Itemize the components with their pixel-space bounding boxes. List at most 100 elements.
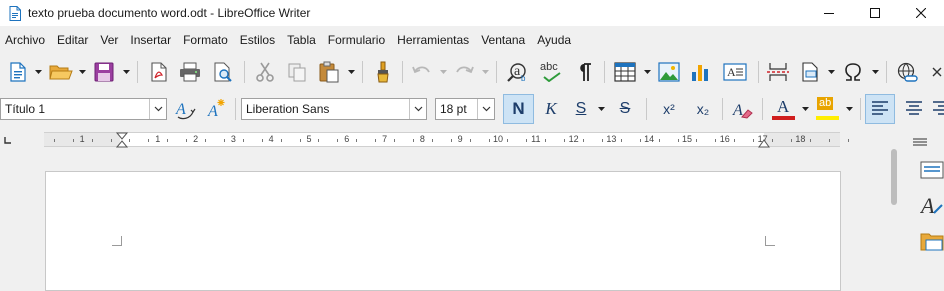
insert-special-character-button[interactable] bbox=[840, 58, 866, 86]
chevron-down-icon[interactable] bbox=[149, 99, 166, 119]
menu-editar[interactable]: Editar bbox=[51, 28, 94, 52]
sidebar-gallery-tab[interactable] bbox=[920, 231, 944, 254]
paintbrush-icon bbox=[377, 61, 389, 83]
strikethrough-button[interactable]: S bbox=[612, 95, 638, 123]
insert-chart-button[interactable] bbox=[688, 58, 714, 86]
highlight-color-button[interactable]: ab bbox=[813, 95, 841, 123]
menu-ventana[interactable]: Ventana bbox=[475, 28, 531, 52]
insert-text-box-button[interactable]: A bbox=[720, 58, 750, 86]
font-color-button[interactable]: A bbox=[769, 95, 797, 123]
formatting-marks-button[interactable] bbox=[572, 58, 598, 86]
print-button[interactable] bbox=[176, 58, 204, 86]
copy-button[interactable] bbox=[284, 58, 310, 86]
clear-formatting-button[interactable]: A bbox=[729, 95, 755, 123]
horizontal-ruler[interactable]: 1 1 2 3 4 5 6 7 8 9 10 11 12 13 14 15 16 17 18 bbox=[44, 132, 849, 147]
chevron-down-icon[interactable] bbox=[477, 99, 494, 119]
field-dropdown-arrow[interactable] bbox=[826, 58, 836, 86]
subscript-button[interactable]: x₂ bbox=[688, 95, 718, 123]
menu-insertar[interactable]: Insertar bbox=[124, 28, 177, 52]
save-dropdown-arrow[interactable] bbox=[121, 58, 131, 86]
right-indent-marker-icon[interactable] bbox=[758, 139, 770, 148]
menu-herramientas[interactable]: Herramientas bbox=[391, 28, 475, 52]
tab-stop-selector-icon[interactable] bbox=[4, 136, 12, 144]
insert-image-button[interactable] bbox=[656, 58, 682, 86]
font-color-dropdown-arrow[interactable] bbox=[800, 95, 810, 123]
toolbar-separator bbox=[722, 98, 723, 120]
open-dropdown-arrow[interactable] bbox=[77, 58, 87, 86]
italic-button[interactable]: K bbox=[538, 95, 564, 123]
export-pdf-button[interactable] bbox=[146, 58, 172, 86]
insert-hyperlink-button[interactable] bbox=[894, 58, 920, 86]
menu-formato[interactable]: Formato bbox=[177, 28, 234, 52]
font-size-combo[interactable]: 18 pt bbox=[435, 98, 495, 120]
scrollbar-thumb[interactable] bbox=[891, 149, 897, 205]
document-page[interactable] bbox=[45, 171, 841, 291]
highlight-color-swatch bbox=[816, 116, 839, 120]
menu-estilos[interactable]: Estilos bbox=[234, 28, 281, 52]
ruler-tick bbox=[772, 139, 774, 142]
gallery-folder-icon bbox=[920, 233, 944, 251]
align-right-button[interactable] bbox=[932, 95, 944, 123]
sidebar-properties-tab[interactable] bbox=[920, 161, 944, 182]
new-dropdown-arrow[interactable] bbox=[33, 58, 43, 86]
find-replace-button[interactable]: ab bbox=[504, 58, 534, 86]
svg-text:A: A bbox=[920, 193, 935, 217]
menu-ayuda[interactable]: Ayuda bbox=[531, 28, 577, 52]
highlight-dropdown-arrow[interactable] bbox=[844, 95, 854, 123]
menu-tabla[interactable]: Tabla bbox=[281, 28, 322, 52]
insert-page-break-button[interactable] bbox=[764, 58, 792, 86]
menu-formulario[interactable]: Formulario bbox=[322, 28, 391, 52]
maximize-button[interactable] bbox=[852, 0, 898, 26]
ruler-tick bbox=[753, 139, 755, 142]
toolbar-separator bbox=[496, 61, 497, 83]
open-button[interactable] bbox=[47, 58, 75, 86]
find-replace-icon: ab bbox=[507, 63, 526, 83]
paste-dropdown-arrow[interactable] bbox=[346, 58, 356, 86]
sidebar-menu-button[interactable] bbox=[912, 135, 928, 149]
table-dropdown-arrow[interactable] bbox=[642, 58, 652, 86]
align-left-button[interactable] bbox=[865, 94, 895, 124]
toolbar-separator bbox=[604, 61, 605, 83]
special-character-dropdown-arrow[interactable] bbox=[870, 58, 880, 86]
undo-dropdown-arrow[interactable] bbox=[438, 58, 448, 86]
new-document-button[interactable] bbox=[5, 58, 31, 86]
ruler-number: 14 bbox=[644, 134, 655, 144]
left-indent-marker-icon[interactable] bbox=[116, 132, 128, 148]
redo-button[interactable] bbox=[452, 58, 476, 86]
window-title: texto prueba documento word.odt - LibreO… bbox=[28, 6, 311, 20]
menu-bar: Archivo Editar Ver Insertar Formato Esti… bbox=[0, 28, 944, 52]
sidebar-styles-tab[interactable]: A bbox=[919, 193, 944, 220]
new-style-button[interactable]: A bbox=[203, 95, 229, 123]
clone-formatting-button[interactable] bbox=[370, 58, 396, 86]
new-document-icon bbox=[10, 62, 26, 82]
underline-button[interactable]: S bbox=[568, 95, 594, 123]
vertical-scrollbar[interactable] bbox=[889, 143, 899, 259]
ruler-tick bbox=[809, 139, 811, 142]
close-button[interactable] bbox=[898, 0, 944, 26]
font-color-label: A bbox=[777, 97, 790, 116]
update-style-button[interactable]: A bbox=[172, 95, 198, 123]
bar-chart-icon bbox=[692, 65, 708, 81]
menu-ver[interactable]: Ver bbox=[94, 28, 124, 52]
minimize-button[interactable] bbox=[806, 0, 852, 26]
font-name-combo[interactable]: Liberation Sans bbox=[241, 98, 427, 120]
print-preview-button[interactable] bbox=[210, 58, 236, 86]
paragraph-style-combo[interactable]: Título 1 bbox=[0, 98, 167, 120]
superscript-button[interactable]: x² bbox=[654, 95, 684, 123]
ruler-tick bbox=[205, 139, 207, 142]
toolbar-overflow-button[interactable] bbox=[930, 58, 944, 86]
insert-table-button[interactable] bbox=[612, 58, 638, 86]
undo-button[interactable] bbox=[410, 58, 434, 86]
bold-button[interactable]: N bbox=[503, 94, 534, 124]
chevron-down-icon[interactable] bbox=[409, 99, 426, 119]
save-button[interactable] bbox=[91, 58, 117, 86]
redo-dropdown-arrow[interactable] bbox=[480, 58, 490, 86]
paste-button[interactable] bbox=[316, 58, 342, 86]
insert-field-button[interactable] bbox=[798, 58, 824, 86]
cut-button[interactable] bbox=[252, 58, 278, 86]
underline-dropdown-arrow[interactable] bbox=[596, 95, 606, 123]
menu-archivo[interactable]: Archivo bbox=[0, 28, 51, 52]
spelling-button[interactable]: abc bbox=[538, 58, 568, 86]
ruler-number: 11 bbox=[531, 134, 541, 144]
align-center-button[interactable] bbox=[900, 95, 928, 123]
